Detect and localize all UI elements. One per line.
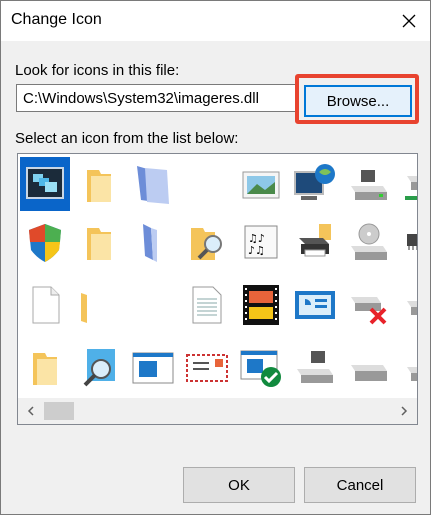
- mail-icon: [186, 354, 228, 382]
- drive-icon: [351, 365, 387, 381]
- file-label: Look for icons in this file:: [15, 62, 180, 79]
- chevron-left-icon: [27, 406, 34, 416]
- dialog-title: Change Icon: [11, 11, 102, 28]
- icon-cell-desktop-windows[interactable]: [20, 157, 70, 211]
- icon-cell-empty[interactable]: [182, 157, 232, 211]
- icon-cell-printer[interactable]: [290, 215, 340, 269]
- icon-cell-network-drive[interactable]: [394, 157, 417, 211]
- chevron-right-icon: [401, 406, 408, 416]
- icon-list-label: Select an icon from the list below:: [15, 130, 239, 147]
- icon-cell-windows-drive[interactable]: [394, 340, 417, 394]
- icon-cell-folder-search[interactable]: [182, 215, 232, 269]
- icon-cell-drive[interactable]: [290, 340, 340, 394]
- search-icon: [83, 349, 115, 387]
- icon-list[interactable]: ♫♪ ♪♫: [17, 153, 418, 425]
- blank-document-icon: [137, 166, 169, 204]
- icon-cell-optical-drive[interactable]: [344, 215, 394, 269]
- scroll-thumb[interactable]: [44, 402, 74, 420]
- icon-cell-window[interactable]: [128, 340, 178, 394]
- ok-button[interactable]: OK: [183, 467, 295, 503]
- icon-cell-folder[interactable]: [74, 157, 124, 211]
- icon-cell-empty[interactable]: [128, 278, 178, 332]
- icon-cell-blank-document[interactable]: [20, 278, 70, 332]
- optical-drive-icon: [351, 223, 387, 260]
- folder-search-icon: [191, 228, 222, 260]
- computer-globe-icon: [294, 164, 335, 200]
- icon-cell-mail[interactable]: [182, 340, 232, 394]
- text-document-icon: [192, 286, 222, 324]
- icon-cell-disconnected-drive[interactable]: [344, 278, 394, 332]
- drive-icon: [297, 351, 333, 383]
- folder-icon: [87, 228, 111, 260]
- icon-cell-drive[interactable]: [344, 157, 394, 211]
- icon-cell-computer-globe[interactable]: [290, 157, 340, 211]
- file-path-input[interactable]: [16, 84, 296, 112]
- printer-icon: [299, 224, 331, 257]
- icon-cell-folder[interactable]: [74, 278, 124, 332]
- close-button[interactable]: [387, 1, 430, 41]
- drive-icon: [407, 301, 417, 315]
- window-icon: [132, 352, 174, 384]
- close-icon: [402, 14, 415, 28]
- disconnected-drive-icon: [351, 297, 387, 325]
- icon-cell-drive[interactable]: [344, 340, 394, 394]
- change-icon-dialog: Change Icon Look for icons in this file:…: [0, 0, 431, 515]
- video-document-icon: [243, 285, 279, 325]
- folder-icon: [87, 170, 111, 202]
- drive-icon: [351, 170, 387, 200]
- shield-icon: [29, 224, 61, 262]
- icon-cell-folder[interactable]: [20, 340, 70, 394]
- music-document-icon: ♫♪♪♫: [244, 225, 278, 259]
- icon-cell-shield[interactable]: [20, 215, 70, 269]
- icon-cell-chip[interactable]: [394, 215, 417, 269]
- icon-cell-window-checkmark[interactable]: [236, 340, 286, 394]
- svg-text:♪♫: ♪♫: [248, 244, 265, 257]
- icon-cell-folder[interactable]: [74, 215, 124, 269]
- picture-icon: [242, 171, 280, 199]
- windows-drive-icon: [407, 367, 417, 381]
- icon-cell-control-panel[interactable]: [290, 278, 340, 332]
- window-checkmark-icon: [240, 350, 281, 387]
- browse-button[interactable]: Browse...: [304, 85, 412, 117]
- control-panel-icon: [295, 291, 335, 319]
- desktop-windows-icon: [26, 167, 64, 199]
- scroll-left-button[interactable]: [18, 398, 44, 424]
- icon-cell-drive[interactable]: [394, 278, 417, 332]
- folder-icon: [33, 353, 57, 385]
- icon-cell-video-document[interactable]: [236, 278, 286, 332]
- folder-icon: [81, 293, 87, 323]
- blank-document-icon: [32, 286, 60, 324]
- icon-cell-blank-document[interactable]: [128, 157, 178, 211]
- title-bar: Change Icon: [1, 1, 430, 41]
- blank-document-icon: [143, 224, 157, 262]
- chip-icon: [407, 234, 417, 250]
- icon-cell-blank-document[interactable]: [128, 215, 178, 269]
- scroll-right-button[interactable]: [391, 398, 417, 424]
- horizontal-scrollbar[interactable]: [18, 398, 417, 424]
- icon-cell-text-document[interactable]: [182, 278, 232, 332]
- icon-cell-picture[interactable]: [236, 157, 286, 211]
- icon-cell-music-document[interactable]: ♫♪ ♪♫: [236, 215, 286, 269]
- cancel-button[interactable]: Cancel: [304, 467, 416, 503]
- icon-cell-search[interactable]: [74, 340, 124, 394]
- network-drive-icon: [405, 176, 417, 200]
